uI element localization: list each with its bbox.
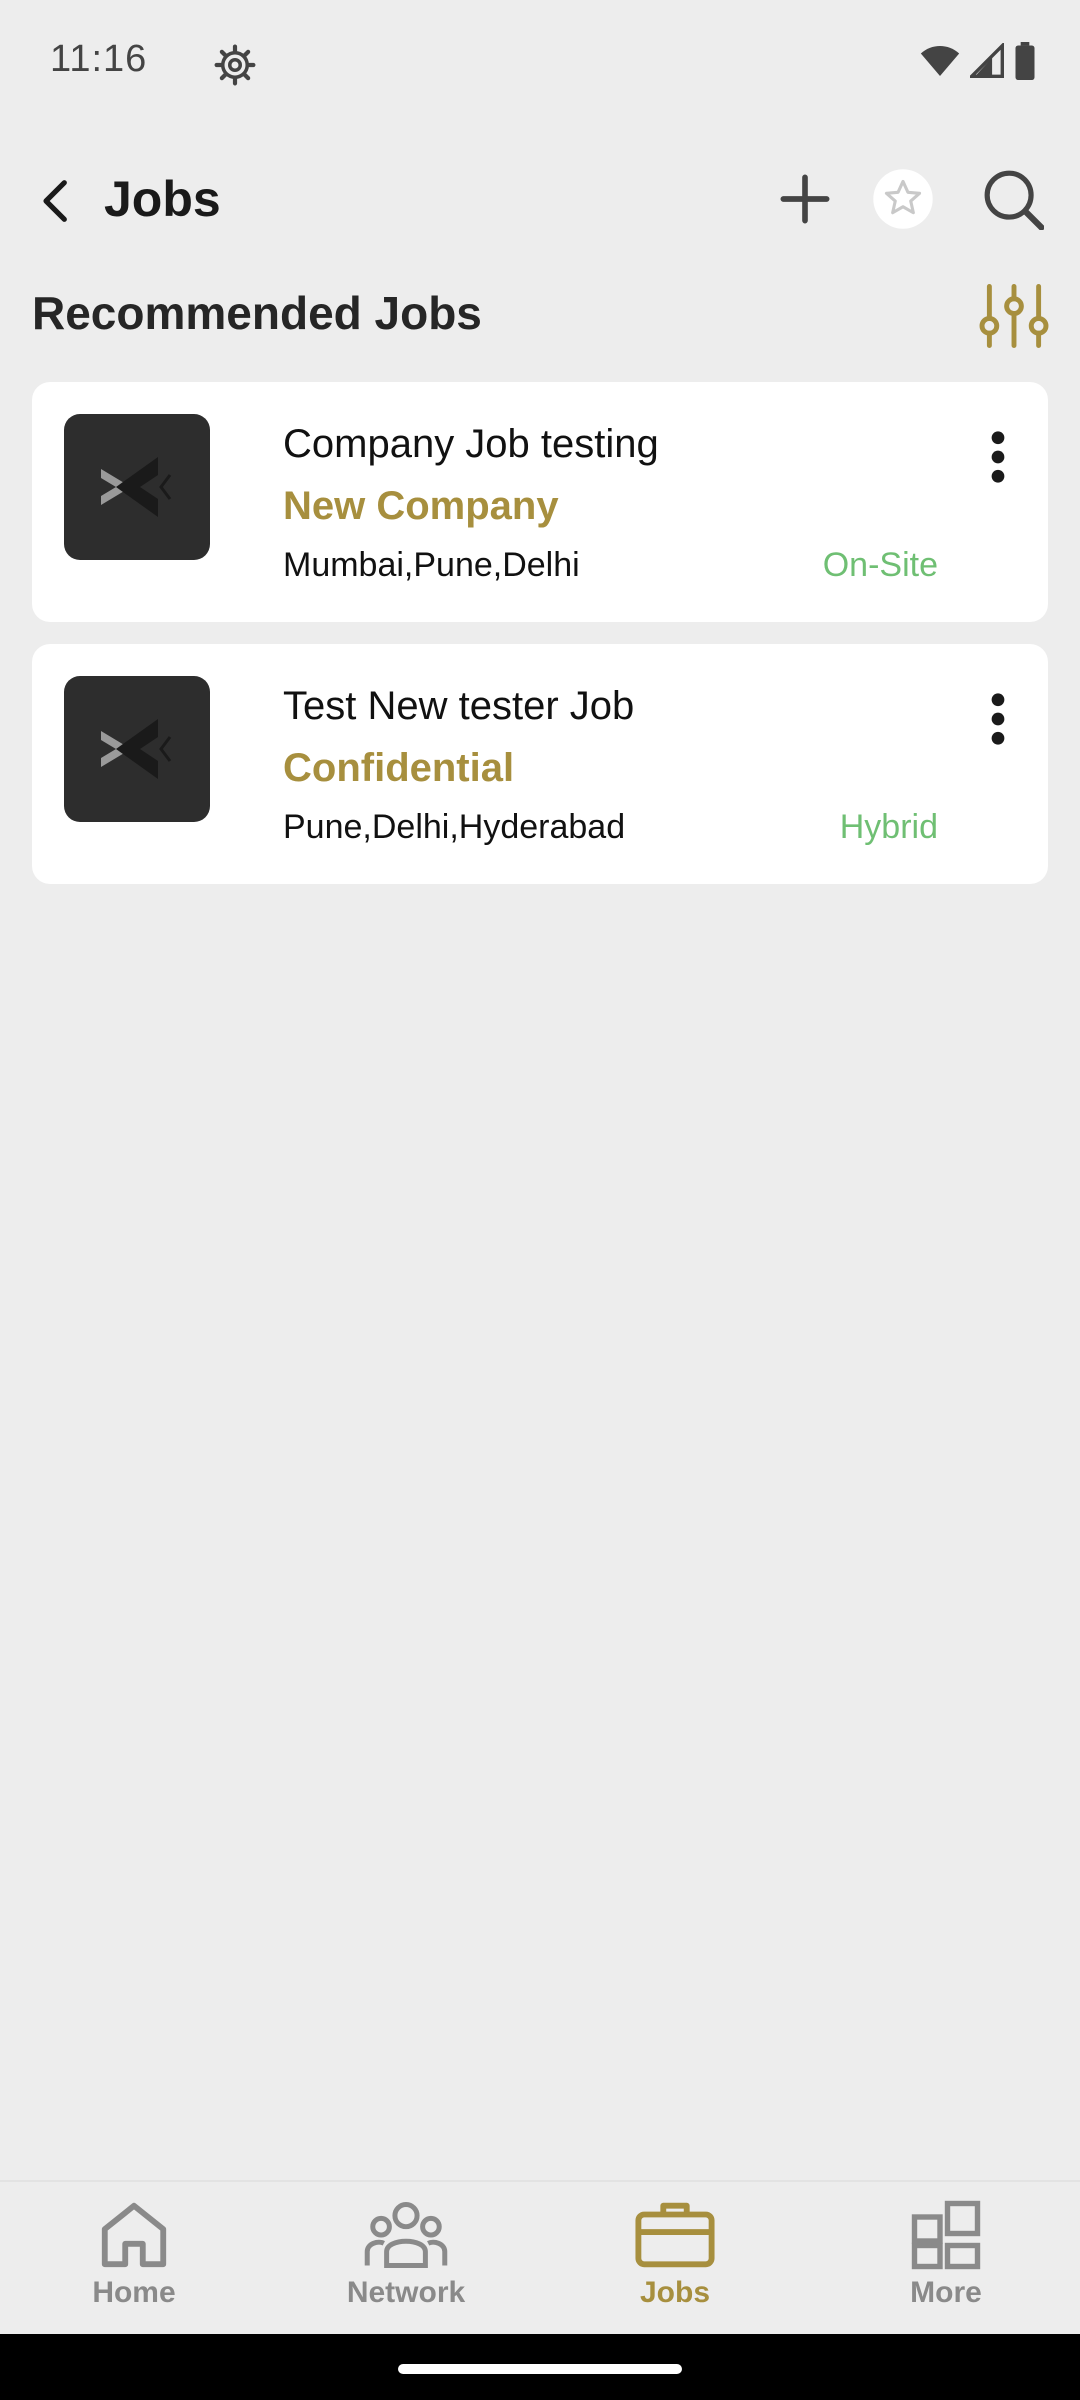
page-title: Jobs — [104, 171, 221, 227]
job-more-button[interactable] — [968, 684, 1028, 754]
back-button[interactable] — [22, 166, 92, 236]
add-job-button[interactable] — [770, 164, 840, 234]
nav-item-home[interactable]: Home — [34, 2196, 234, 2326]
nav-item-more[interactable]: More — [846, 2196, 1046, 2326]
job-locations: Mumbai,Pune,Delhi — [283, 546, 580, 584]
job-title: Test New tester Job — [283, 684, 635, 728]
company-name: New Company — [283, 484, 559, 528]
nav-label-home: Home — [92, 2276, 176, 2309]
briefcase-icon — [632, 2196, 718, 2274]
status-time: 11:16 — [50, 38, 148, 80]
nav-item-jobs[interactable]: Jobs — [575, 2196, 775, 2326]
signal-icon — [967, 41, 1004, 84]
plus-icon — [780, 174, 830, 224]
home-icon — [91, 2196, 177, 2274]
section-title: Recommended Jobs — [32, 287, 482, 339]
bottom-nav: Home Network Jobs More — [0, 2180, 1080, 2336]
company-logo-icon — [101, 719, 172, 779]
grid-icon — [903, 2196, 989, 2274]
company-logo — [64, 676, 210, 822]
filter-button[interactable] — [976, 278, 1052, 354]
star-icon — [873, 169, 933, 229]
nav-item-network[interactable]: Network — [306, 2196, 506, 2326]
saved-jobs-button[interactable] — [868, 164, 938, 234]
nav-label-jobs: Jobs — [639, 2276, 711, 2309]
company-name: Confidential — [283, 746, 515, 790]
network-icon — [363, 2196, 449, 2274]
job-card[interactable]: Company Job testing New Company Mumbai,P… — [32, 382, 1048, 622]
more-vertical-icon — [991, 693, 1005, 745]
filter-sliders-icon — [979, 284, 1049, 348]
back-arrow-icon — [43, 180, 67, 222]
battery-icon — [1014, 42, 1036, 85]
system-gesture-bar — [0, 2334, 1080, 2400]
more-vertical-icon — [991, 431, 1005, 483]
home-gesture-handle[interactable] — [398, 2364, 682, 2374]
job-locations: Pune,Delhi,Hyderabad — [283, 808, 626, 846]
settings-gear-icon — [214, 44, 256, 86]
section-header: Recommended Jobs — [0, 270, 1080, 360]
search-button[interactable] — [978, 164, 1048, 234]
nav-label-network: Network — [346, 2276, 466, 2309]
nav-label-more: More — [910, 2276, 982, 2309]
job-card[interactable]: Test New tester Job Confidential Pune,De… — [32, 644, 1048, 884]
app-bar: Jobs — [0, 150, 1080, 250]
company-logo — [64, 414, 210, 560]
wifi-icon — [920, 43, 960, 84]
status-bar: 11:16 — [0, 0, 1080, 128]
job-more-button[interactable] — [968, 422, 1028, 492]
work-mode: Hybrid — [839, 808, 938, 846]
job-title: Company Job testing — [283, 422, 659, 466]
work-mode: On-Site — [822, 546, 938, 584]
company-logo-icon — [101, 457, 172, 517]
search-icon — [984, 170, 1044, 230]
